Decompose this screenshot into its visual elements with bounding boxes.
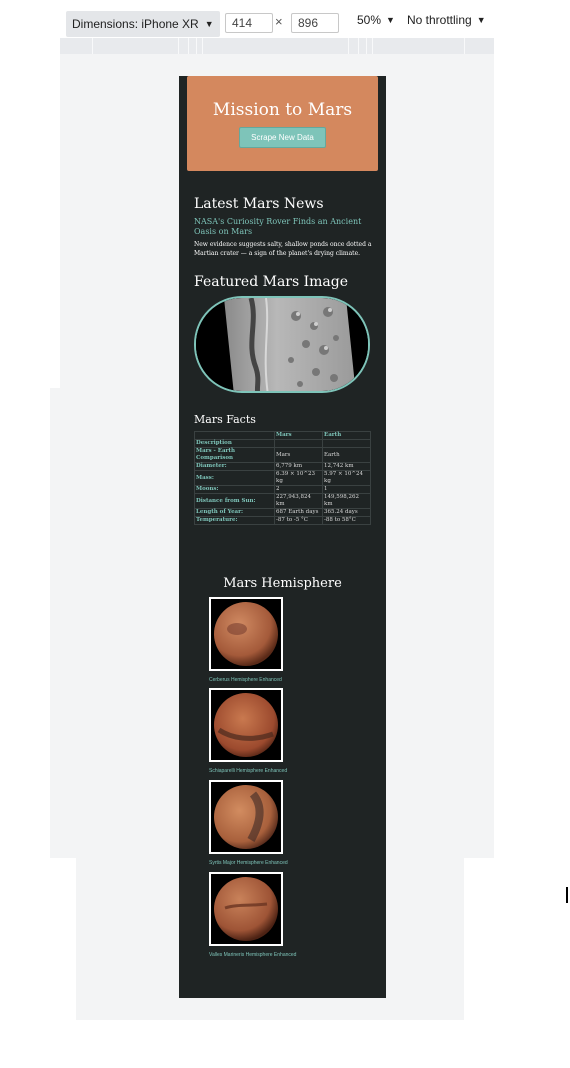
media-query-ruler	[60, 38, 494, 54]
earth-value: 149,598,262 km	[322, 493, 371, 509]
planet-image	[214, 785, 278, 849]
mars-value: 6,779 km	[274, 462, 323, 471]
phone-viewport: Mission to Mars Scrape New Data Latest M…	[179, 76, 386, 998]
devtools-toolbar: Dimensions: iPhone XR ▼ 414 × 896 50% ▼ …	[60, 8, 494, 38]
hemisphere-thumbnail[interactable]	[209, 597, 283, 671]
table-row: Temperature: -87 to -5 °C -88 to 58°C	[194, 516, 371, 525]
height-input[interactable]: 896	[291, 13, 339, 33]
hemisphere-caption[interactable]: Cerberus Hemisphere Enhanced	[209, 677, 282, 683]
hemisphere-caption[interactable]: Valles Marineris Hemisphere Enhanced	[209, 952, 296, 958]
earth-value: Earth	[322, 447, 371, 463]
mars-value: 227,943,824 km	[274, 493, 323, 509]
earth-value: 5.97 × 10^24 kg	[322, 470, 371, 486]
row-label: Mars - Earth Comparison	[194, 447, 275, 463]
earth-value: 1	[322, 485, 371, 494]
column-header: Earth	[322, 431, 371, 440]
column-header: Mars	[274, 431, 323, 440]
mars-value: -87 to -5 °C	[274, 516, 323, 525]
table-row: Length of Year: 687 Earth days 365.24 days	[194, 508, 371, 517]
column-header	[194, 431, 275, 440]
zoom-dropdown[interactable]: 50% ▼	[357, 13, 395, 27]
device-label: Dimensions: iPhone XR	[72, 17, 199, 31]
chevron-down-icon: ▼	[476, 15, 486, 25]
table-row: Description	[194, 439, 371, 448]
hemisphere-thumbnail[interactable]	[209, 780, 283, 854]
mars-value: 2	[274, 485, 323, 494]
mars-value: 6.39 × 10^23 kg	[274, 470, 323, 486]
hero-banner: Mission to Mars Scrape New Data	[187, 76, 378, 171]
scrape-button[interactable]: Scrape New Data	[239, 127, 326, 148]
chevron-down-icon: ▼	[386, 15, 395, 25]
page-title: Mission to Mars	[212, 100, 353, 120]
row-label: Temperature:	[194, 516, 275, 525]
row-label: Distance from Sun:	[194, 493, 275, 509]
table-row: Moons: 2 1	[194, 485, 371, 494]
mars-value	[274, 439, 323, 448]
table-header-row: Mars Earth	[194, 431, 371, 440]
mars-surface-image	[196, 298, 368, 391]
text-cursor	[566, 887, 568, 903]
news-teaser: New evidence suggests salty, shallow pon…	[194, 241, 372, 257]
featured-mars-image[interactable]	[194, 296, 370, 393]
table-row: Mars - Earth Comparison Mars Earth	[194, 447, 371, 463]
chevron-down-icon: ▼	[204, 19, 214, 29]
planet-image	[214, 877, 278, 941]
device-dropdown[interactable]: Dimensions: iPhone XR ▼	[66, 11, 220, 37]
table-row: Diameter: 6,779 km 12,742 km	[194, 462, 371, 471]
mars-value: 687 Earth days	[274, 508, 323, 517]
earth-value	[322, 439, 371, 448]
row-label: Length of Year:	[194, 508, 275, 517]
facts-heading: Mars Facts	[194, 413, 256, 426]
hemisphere-caption[interactable]: Syrtis Major Hemisphere Enhanced	[209, 860, 288, 866]
throttle-dropdown[interactable]: No throttling ▼	[407, 13, 486, 27]
throttle-label: No throttling	[407, 13, 472, 27]
news-heading: Latest Mars News	[194, 196, 324, 212]
mars-value: Mars	[274, 447, 323, 463]
table-row: Distance from Sun: 227,943,824 km 149,598,…	[194, 493, 371, 509]
earth-value: 365.24 days	[322, 508, 371, 517]
times-sign: ×	[275, 14, 283, 29]
hemisphere-heading: Mars Hemisphere	[223, 576, 342, 591]
table-row: Mass: 6.39 × 10^23 kg 5.97 × 10^24 kg	[194, 470, 371, 486]
featured-image-heading: Featured Mars Image	[194, 274, 349, 290]
earth-value: 12,742 km	[322, 462, 371, 471]
width-input[interactable]: 414	[225, 13, 273, 33]
hemisphere-caption[interactable]: Schiaparelli Hemisphere Enhanced	[209, 768, 287, 774]
row-label: Mass:	[194, 470, 275, 486]
news-title-link[interactable]: NASA's Curiosity Rover Finds an Ancient …	[194, 217, 374, 237]
mars-facts-table: Mars Earth Description Mars - Earth Comp…	[194, 431, 371, 525]
zoom-label: 50%	[357, 13, 382, 27]
earth-value: -88 to 58°C	[322, 516, 371, 525]
row-label: Moons:	[194, 485, 275, 494]
planet-image	[214, 602, 278, 666]
hemisphere-thumbnail[interactable]	[209, 688, 283, 762]
row-label: Diameter:	[194, 462, 275, 471]
hemisphere-thumbnail[interactable]	[209, 872, 283, 946]
row-label: Description	[194, 439, 275, 448]
planet-image	[214, 693, 278, 757]
